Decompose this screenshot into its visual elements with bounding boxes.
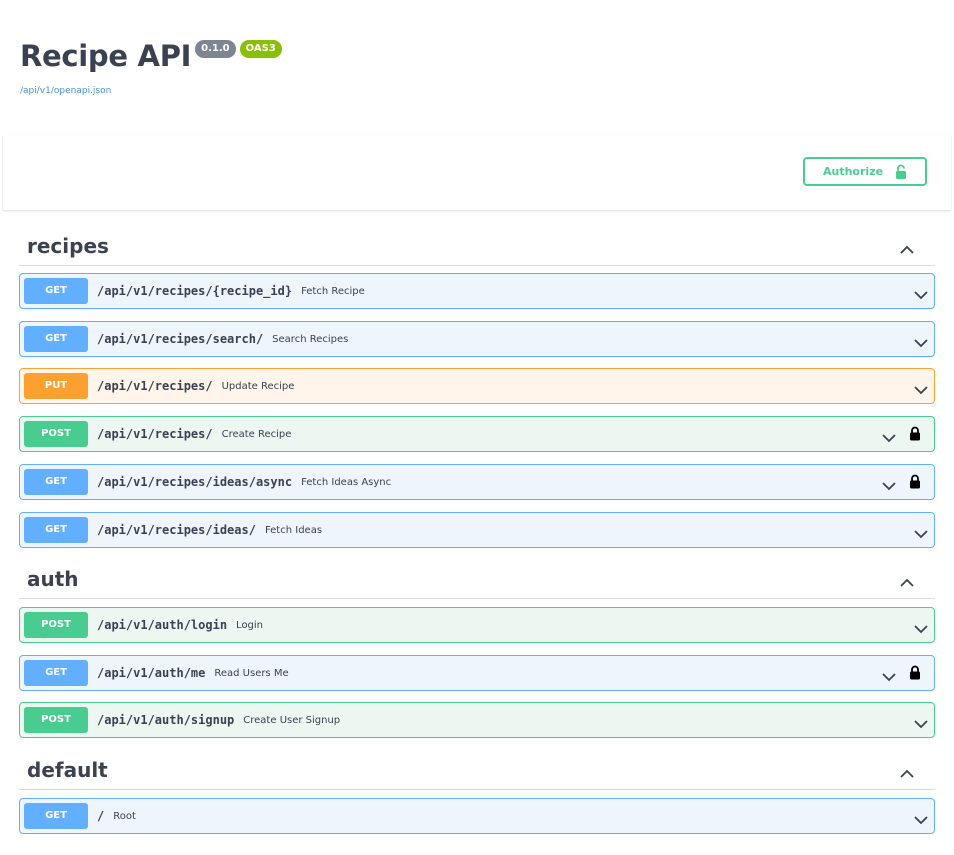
operation-path: / (97, 809, 105, 823)
chevron-down-icon[interactable] (881, 428, 897, 447)
operation-row[interactable]: GET/api/v1/recipes/{recipe_id} Fetch Reci… (19, 273, 935, 309)
tag-name: auth (27, 567, 79, 591)
operation-row[interactable]: GET/api/v1/recipes/search/Search Recipes (19, 321, 935, 357)
method-badge: GET (24, 278, 88, 304)
chevron-up-icon[interactable] (899, 573, 915, 592)
api-title: Recipe API (20, 39, 192, 73)
chevron-down-icon[interactable] (913, 619, 929, 638)
operation-summary: Login (236, 619, 264, 631)
operation-path: /api/v1/auth/login (97, 618, 228, 632)
scheme-container: Authorize (3, 134, 951, 210)
operation-row[interactable]: POST/api/v1/auth/login Login (19, 607, 935, 643)
operation-summary: Fetch Ideas (264, 524, 323, 536)
oas-badge: OAS3 (239, 40, 282, 58)
operation-path: /api/v1/recipes/ (97, 427, 213, 441)
lock-icon[interactable] (909, 665, 921, 684)
method-badge: GET (24, 517, 88, 543)
chevron-down-icon[interactable] (913, 524, 929, 543)
tag-section-recipes[interactable]: recipes (19, 230, 935, 266)
chevron-down-icon[interactable] (913, 285, 929, 304)
method-badge: GET (24, 803, 88, 829)
operation-summary: Read Users Me (214, 667, 289, 679)
unlocked-icon (895, 164, 907, 184)
operation-row[interactable]: GET/api/v1/recipes/ideas/async Fetch Idea… (19, 464, 935, 500)
chevron-down-icon[interactable] (913, 810, 929, 829)
operation-summary: Create Recipe (221, 428, 292, 440)
operation-row[interactable]: GET/api/v1/recipes/ideas/Fetch Ideas (19, 512, 935, 548)
chevron-down-icon[interactable] (881, 476, 897, 495)
tag-section-default[interactable]: default (19, 754, 935, 790)
operation-summary: Root (113, 810, 136, 822)
lock-icon[interactable] (909, 474, 921, 493)
chevron-up-icon[interactable] (899, 764, 915, 783)
chevron-down-icon[interactable] (913, 714, 929, 733)
tag-section-auth[interactable]: auth (19, 563, 935, 599)
operation-summary: Search Recipes (272, 333, 349, 345)
operation-path: /api/v1/auth/signup (97, 713, 235, 727)
chevron-down-icon[interactable] (881, 667, 897, 686)
operation-row[interactable]: GET / Root (19, 798, 935, 834)
tag-name: default (27, 758, 108, 782)
chevron-up-icon[interactable] (899, 240, 915, 259)
operation-path: /api/v1/recipes/{recipe_id} (97, 284, 293, 298)
method-badge: POST (24, 707, 88, 733)
operation-summary: Fetch Recipe (301, 285, 365, 297)
operation-row[interactable]: POST/api/v1/recipes/Create Recipe (19, 416, 935, 452)
method-badge: POST (24, 421, 88, 447)
api-info: Recipe API 0.1.0 OAS3 /api/v1/openapi.js… (20, 38, 282, 96)
operation-summary: Fetch Ideas Async (301, 476, 392, 488)
operation-path: /api/v1/recipes/ideas/async (97, 475, 293, 489)
operation-summary: Create User Signup (243, 714, 341, 726)
operation-row[interactable]: PUT/api/v1/recipes/Update Recipe (19, 368, 935, 404)
operation-path: /api/v1/recipes/ideas/ (97, 523, 256, 537)
operation-path: /api/v1/recipes/search/ (97, 332, 264, 346)
operation-summary: Update Recipe (221, 380, 295, 392)
method-badge: GET (24, 326, 88, 352)
openapi-spec-link[interactable]: /api/v1/openapi.json (20, 86, 282, 96)
operation-row[interactable]: POST/api/v1/auth/signup Create User Signu… (19, 702, 935, 738)
method-badge: GET (24, 469, 88, 495)
lock-icon[interactable] (909, 426, 921, 445)
operation-row[interactable]: GET/api/v1/auth/me Read Users Me (19, 655, 935, 691)
authorize-button[interactable]: Authorize (803, 157, 927, 186)
tag-name: recipes (27, 234, 109, 258)
chevron-down-icon[interactable] (913, 380, 929, 399)
method-badge: PUT (24, 373, 88, 399)
operation-path: /api/v1/auth/me (97, 666, 206, 680)
authorize-label: Authorize (823, 165, 884, 178)
method-badge: GET (24, 660, 88, 686)
version-badge: 0.1.0 (195, 40, 236, 58)
method-badge: POST (24, 612, 88, 638)
chevron-down-icon[interactable] (913, 333, 929, 352)
operation-path: /api/v1/recipes/ (97, 379, 213, 393)
